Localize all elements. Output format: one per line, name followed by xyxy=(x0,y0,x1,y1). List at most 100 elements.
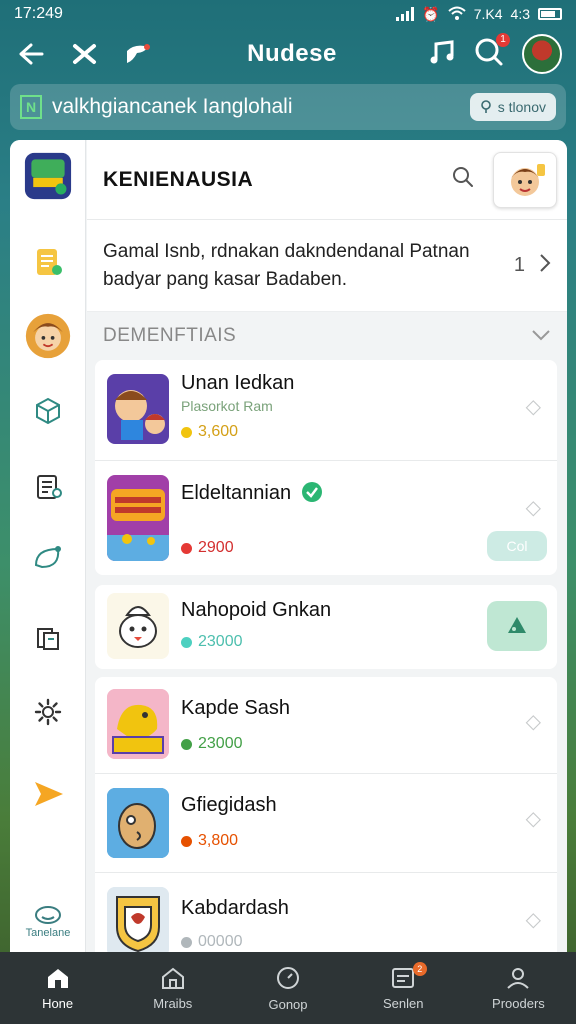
clock-icon xyxy=(277,966,299,989)
list-item[interactable]: Nahopoid Gnkan 23000 xyxy=(95,585,557,669)
app-title: Nudese xyxy=(247,40,337,67)
bird-logo-icon[interactable] xyxy=(122,37,156,71)
document-icon xyxy=(37,249,62,275)
points-dot-icon xyxy=(181,936,192,948)
tab-group-label: Gonop xyxy=(268,996,308,1012)
gear-icon xyxy=(34,698,62,726)
play-arrow-icon xyxy=(35,782,63,806)
chat-bubble-icon xyxy=(35,906,61,924)
points-dot-icon xyxy=(181,542,192,554)
item-points: 3,600 xyxy=(181,423,238,441)
battery-text: 4:3 xyxy=(510,6,530,22)
list-item[interactable]: Gfiegidash 3,800 ◇ xyxy=(95,774,557,872)
item-thumbnail xyxy=(107,475,169,561)
pin-icon xyxy=(480,100,491,113)
item-name: Kabdardash xyxy=(181,897,289,919)
sidebar-item-play[interactable] xyxy=(24,770,72,818)
notice-count: 1 xyxy=(513,254,525,276)
profile-avatar[interactable] xyxy=(522,34,562,74)
file-stack-icon xyxy=(37,628,59,650)
status-icons: ⏰ 7.K4 4:3 xyxy=(396,6,562,23)
search-chip-label: s tlonov xyxy=(497,99,546,115)
item-points: 3,800 xyxy=(181,832,238,850)
tab-profile-label: Prooders xyxy=(492,995,545,1011)
verified-check-icon xyxy=(301,482,322,502)
chevron-right-icon xyxy=(539,253,551,278)
tab-send-label: Senlen xyxy=(382,995,424,1011)
item-thumbnail xyxy=(107,887,169,952)
clipboard-icon xyxy=(37,475,62,499)
item-chevron-icon: ◇ xyxy=(525,808,541,830)
sidebar-item-settings[interactable] xyxy=(24,688,72,736)
item-points: 00000 xyxy=(181,933,243,951)
boy-avatar-icon xyxy=(511,163,545,196)
home-icon xyxy=(47,968,68,988)
section-header[interactable]: DEMENFTIAIS xyxy=(87,312,567,360)
item-name: Nahopoid Gnkan xyxy=(181,599,332,621)
sidebar-bottom-tab[interactable]: Tanelane xyxy=(10,892,86,952)
item-points: 23000 xyxy=(181,735,243,753)
panel-search-icon[interactable] xyxy=(451,165,475,194)
item-thumbnail xyxy=(107,689,169,759)
list-item[interactable]: Eldeltannian 2900 ◇ Col xyxy=(95,461,557,575)
list-item[interactable]: Kabdardash 00000 ◇ xyxy=(95,873,557,952)
sidebar-bottom-label: Tanelane xyxy=(25,927,71,939)
search-input[interactable]: valkhgiancanek Ianglohali xyxy=(52,95,470,119)
section-title: DEMENFTIAIS xyxy=(103,325,237,346)
leaf-icon xyxy=(34,546,61,569)
notification-badge: 1 xyxy=(496,32,510,47)
app-n-icon: N xyxy=(20,95,42,119)
bottom-nav: Hone Mraibs Gonop 2 Senlen Prooders xyxy=(0,952,576,1024)
points-dot-icon xyxy=(181,835,192,847)
box-icon xyxy=(36,397,60,425)
shuffle-icon[interactable] xyxy=(68,37,102,71)
tab-profile[interactable]: Prooders xyxy=(461,952,576,1024)
status-time: 17:249 xyxy=(14,5,63,22)
item-name: Unan Iedkan xyxy=(181,372,295,394)
music-icon[interactable] xyxy=(428,38,456,71)
tab-send[interactable]: 2 Senlen xyxy=(346,952,461,1024)
chevron-down-icon xyxy=(531,325,551,347)
sidebar-item-box[interactable] xyxy=(24,386,72,434)
item-name: Gfiegidash xyxy=(181,794,277,816)
sidebar-item-notes[interactable] xyxy=(24,462,72,510)
tab-market-label: Mraibs xyxy=(153,995,193,1011)
tab-market[interactable]: Mraibs xyxy=(115,952,230,1024)
back-arrow-icon[interactable] xyxy=(14,37,48,71)
battery-icon xyxy=(538,8,562,20)
sidebar-item-leaf[interactable] xyxy=(24,534,72,582)
panel-header: KENIENAUSIA xyxy=(87,140,567,220)
action-tile-button[interactable] xyxy=(487,601,547,651)
signal-icon xyxy=(396,7,415,21)
sprout-icon xyxy=(508,617,526,633)
collect-button[interactable]: Col xyxy=(487,531,547,561)
item-chevron-icon: ◇ xyxy=(525,909,541,931)
sidebar-item-files[interactable] xyxy=(24,614,72,662)
item-points: 23000 xyxy=(181,633,243,651)
list-item[interactable]: Unan Iedkan Plasorkot Ram 3,600 ◇ xyxy=(95,360,557,460)
tab-home[interactable]: Hone xyxy=(0,952,115,1024)
item-thumbnail xyxy=(107,593,169,659)
item-name: Eldeltannian xyxy=(181,481,323,505)
list-item[interactable]: Kapde Sash 23000 ◇ xyxy=(95,677,557,773)
sidebar-item-avatar[interactable] xyxy=(24,312,72,360)
status-bar: 17:249 ⏰ 7.K4 4:3 xyxy=(0,0,576,28)
points-dot-icon xyxy=(181,636,192,648)
search-chip[interactable]: s tlonov xyxy=(469,93,556,121)
tab-group[interactable]: Gonop xyxy=(230,952,345,1024)
sidebar-item-documents[interactable] xyxy=(24,238,72,286)
user-avatar-button[interactable] xyxy=(493,151,557,208)
item-points: 2900 xyxy=(181,539,234,557)
content-area: KENIENAUSIA Gamal Isnb, rdnakan dakndend… xyxy=(87,140,567,952)
notice-row[interactable]: Gamal Isnb, rdnakan dakndendanal Patnan … xyxy=(87,220,567,312)
search-icon[interactable]: 1 xyxy=(474,32,510,72)
house-outline-icon xyxy=(161,967,184,989)
tab-home-label: Hone xyxy=(42,995,74,1011)
app-bar: Nudese 1 xyxy=(0,28,576,80)
item-chevron-icon: ◇ xyxy=(525,711,541,733)
person-icon xyxy=(507,967,530,989)
character-avatar-icon xyxy=(25,313,71,359)
item-thumbnail xyxy=(107,788,169,858)
search-bar[interactable]: N valkhgiancanek Ianglohali s tlonov xyxy=(10,84,566,130)
sidebar-app-logo[interactable] xyxy=(24,152,72,200)
